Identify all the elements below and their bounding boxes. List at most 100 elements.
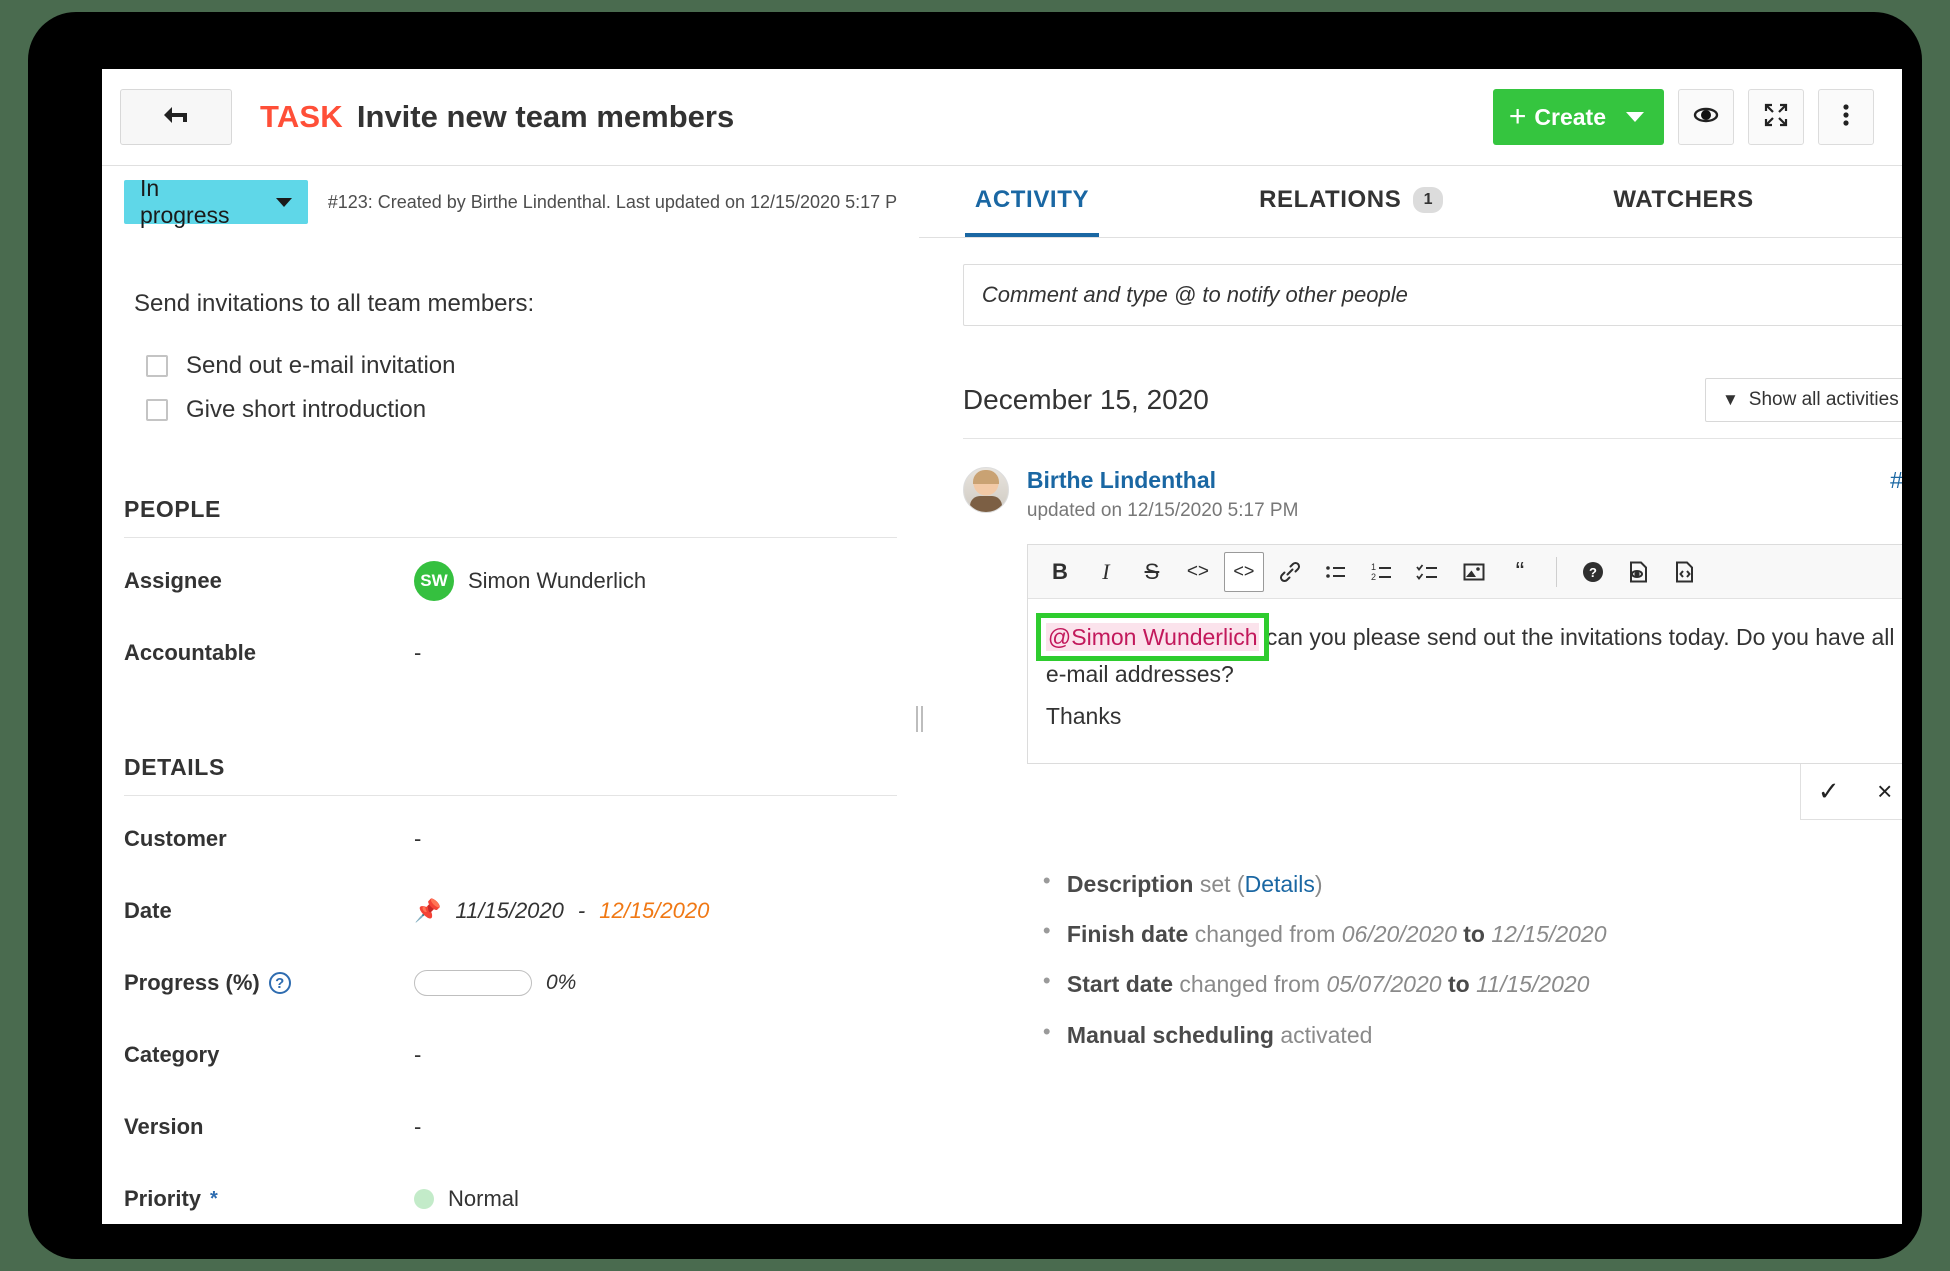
- activity-to: to: [1456, 921, 1492, 948]
- attribute-label: Customer: [124, 826, 227, 851]
- attribute-row-assignee[interactable]: Assignee SW Simon Wunderlich: [124, 552, 897, 610]
- attribute-value: Normal: [414, 1186, 519, 1212]
- fullscreen-button[interactable]: [1748, 89, 1804, 145]
- create-button[interactable]: + Create: [1492, 89, 1664, 145]
- checklist-item-label: Give short introduction: [186, 396, 427, 423]
- checklist-item[interactable]: Send out e-mail invitation: [146, 352, 897, 380]
- checklist-item-label: Send out e-mail invitation: [186, 352, 456, 379]
- more-vertical-icon: [1832, 101, 1860, 134]
- status-dropdown[interactable]: In progress: [124, 175, 308, 228]
- journal-number[interactable]: #5: [1890, 467, 1902, 494]
- more-menu-button[interactable]: [1818, 89, 1874, 145]
- checklist-item[interactable]: Give short introduction: [146, 396, 897, 424]
- attribute-label: Priority *: [124, 1186, 414, 1212]
- attribute-row-date[interactable]: Date 📌 11/15/2020 - 12/15/2020: [124, 882, 897, 940]
- header-actions: + Create: [1492, 89, 1874, 145]
- numbered-list-icon[interactable]: 12: [1362, 552, 1402, 592]
- progress-percent: 0%: [546, 971, 577, 994]
- journal-entry: Birthe Lindenthal updated on 12/15/2020 …: [962, 467, 1902, 1067]
- list-item: Finish date changed from 06/20/2020 to 1…: [1043, 914, 1687, 952]
- attribute-value: 📌 11/15/2020 - 12/15/2020: [414, 898, 709, 924]
- show-all-activities-button[interactable]: ▼ Show all activities: [1704, 378, 1902, 422]
- divider: [124, 795, 897, 796]
- tab-bar: ACTIVITY RELATIONS 1 WATCHERS: [918, 166, 1902, 238]
- tab-label: RELATIONS: [1259, 185, 1402, 213]
- activity-pane: ACTIVITY RELATIONS 1 WATCHERS Comment an…: [918, 166, 1902, 1224]
- section-people-heading: PEOPLE: [124, 496, 221, 522]
- progress-bar[interactable]: [414, 970, 532, 996]
- activity-old-value: 05/07/2020: [1326, 971, 1442, 998]
- help-circle-icon[interactable]: ?: [268, 972, 291, 994]
- check-icon[interactable]: ✓: [1801, 764, 1857, 819]
- markdown-source-icon[interactable]: [1665, 552, 1705, 592]
- comment-editor: B I S <> <> 1 2 “ ? @Simon Wunderlich ca…: [1026, 544, 1902, 764]
- attribute-label-text: Progress (%): [124, 970, 260, 995]
- activity-text-tail: ): [1314, 870, 1323, 897]
- svg-text:?: ?: [1589, 565, 1597, 580]
- avatar: SW: [414, 561, 454, 601]
- divider: [962, 438, 1902, 439]
- work-package-meta: #123: Created by Birthe Lindenthal. Last…: [327, 191, 897, 212]
- section-details-heading: DETAILS: [124, 754, 225, 780]
- date-separator: -: [577, 898, 586, 923]
- inline-code-icon[interactable]: <>: [1178, 552, 1218, 592]
- comment-input[interactable]: Comment and type @ to notify other peopl…: [962, 264, 1902, 326]
- bold-icon[interactable]: B: [1040, 552, 1080, 592]
- attribute-row-version[interactable]: Version -: [124, 1098, 897, 1156]
- preview-icon[interactable]: [1619, 552, 1659, 592]
- attribute-value: -: [414, 1042, 422, 1067]
- journal-author[interactable]: Birthe Lindenthal: [1027, 467, 1299, 494]
- attribute-label: Assignee: [124, 568, 222, 593]
- image-icon[interactable]: [1454, 552, 1494, 592]
- attribute-row-priority[interactable]: Priority * Normal: [124, 1170, 897, 1224]
- activity-date-row: December 15, 2020 ▼ Show all activities: [963, 378, 1902, 422]
- details-link[interactable]: Details: [1245, 871, 1315, 897]
- activity-text: changed from: [1188, 921, 1342, 948]
- attribute-value: -: [414, 640, 422, 665]
- task-list-icon[interactable]: [1408, 552, 1448, 592]
- svg-text:1: 1: [1371, 562, 1376, 572]
- watch-button[interactable]: [1678, 89, 1734, 145]
- help-icon[interactable]: ?: [1573, 552, 1613, 592]
- activity-field: Description: [1066, 870, 1194, 897]
- attribute-label: Progress (%) ?: [124, 970, 414, 996]
- code-block-icon[interactable]: <>: [1223, 551, 1264, 592]
- close-icon[interactable]: ×: [1857, 764, 1902, 819]
- priority-value: Normal: [448, 1186, 519, 1211]
- tab-badge-count: 1: [1413, 186, 1444, 213]
- italic-icon[interactable]: I: [1086, 552, 1126, 592]
- attribute-row-customer[interactable]: Customer -: [124, 810, 897, 868]
- checkbox-icon[interactable]: [146, 399, 168, 421]
- arrow-left-icon: [161, 104, 191, 131]
- avatar: [962, 467, 1009, 513]
- eye-icon: [1692, 101, 1720, 134]
- comment-text-line2: Thanks: [1045, 702, 1122, 729]
- plus-icon: +: [1508, 100, 1527, 133]
- attribute-row-progress[interactable]: Progress (%) ? 0%: [124, 954, 897, 1012]
- attribute-value: SW Simon Wunderlich: [414, 561, 646, 601]
- due-date: 12/15/2020: [599, 898, 710, 923]
- tab-activity[interactable]: ACTIVITY: [964, 166, 1100, 237]
- checkbox-icon[interactable]: [146, 355, 168, 377]
- attribute-row-category[interactable]: Category -: [124, 1026, 897, 1084]
- tab-watchers[interactable]: WATCHERS: [1603, 166, 1763, 237]
- attribute-label: Accountable: [124, 640, 257, 665]
- bulleted-list-icon[interactable]: [1316, 552, 1356, 592]
- show-all-activities-label: Show all activities: [1748, 389, 1899, 410]
- editor-actions: ✓ ×: [1027, 763, 1902, 820]
- attributes-scroll: Send invitations to all team members: Se…: [102, 290, 919, 1224]
- description-text: Send invitations to all team members:: [134, 290, 535, 317]
- attribute-label: Date: [124, 898, 172, 923]
- link-icon[interactable]: [1270, 552, 1310, 592]
- back-button[interactable]: [120, 89, 232, 145]
- tab-relations[interactable]: RELATIONS 1: [1249, 166, 1453, 237]
- journal-header: Birthe Lindenthal updated on 12/15/2020 …: [1027, 467, 1902, 522]
- attribute-row-accountable[interactable]: Accountable -: [124, 624, 897, 682]
- divider: [124, 537, 897, 538]
- blockquote-icon[interactable]: “: [1500, 552, 1540, 592]
- comment-editor-content[interactable]: @Simon Wunderlich can you please send ou…: [1028, 599, 1902, 763]
- mention-simon-wunderlich[interactable]: @Simon Wunderlich: [1035, 613, 1270, 661]
- strikethrough-icon[interactable]: S: [1132, 552, 1172, 592]
- status-label: In progress: [140, 175, 230, 228]
- attribute-label: Version: [124, 1114, 204, 1139]
